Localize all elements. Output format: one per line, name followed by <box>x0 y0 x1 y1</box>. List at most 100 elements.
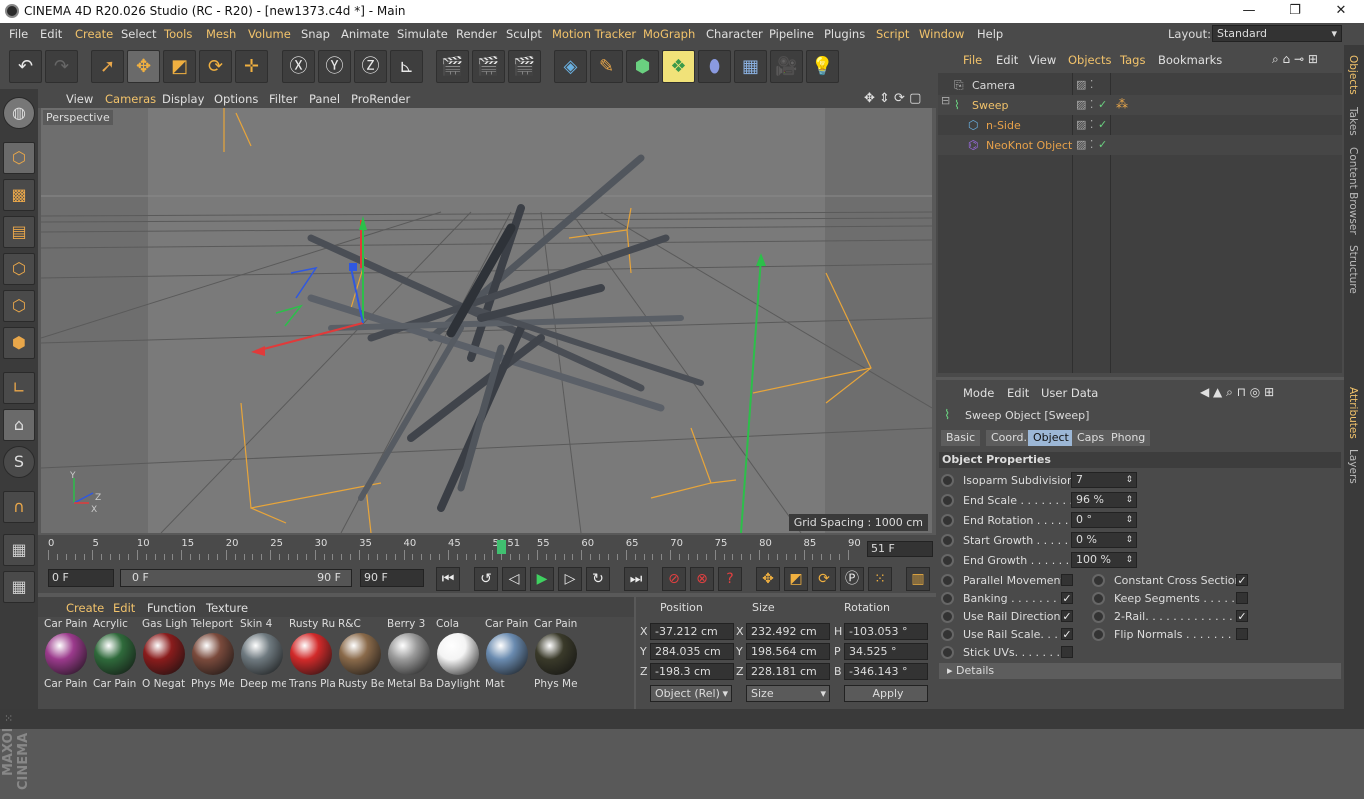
menu-simulate[interactable]: Simulate <box>397 27 448 41</box>
attribute-tab[interactable]: Phong <box>1106 430 1151 446</box>
viewport-menu-filter[interactable]: Filter <box>269 92 297 106</box>
object-row[interactable]: ⌬ NeoKnot Object ▨ ⁚ ✓ <box>938 135 1342 155</box>
animate-radio[interactable] <box>1092 628 1105 641</box>
floor-button[interactable]: ▦ <box>734 50 767 83</box>
menu-plugins[interactable]: Plugins <box>824 27 865 41</box>
menu-mograph[interactable]: MoGraph <box>643 27 695 41</box>
model-mode-button[interactable]: ⬡ <box>3 142 35 174</box>
go-to-start-button[interactable]: ⏮ <box>436 567 460 591</box>
maximize-button[interactable]: ❐ <box>1272 0 1318 23</box>
enabled-check-icon[interactable]: ✓ <box>1098 138 1107 151</box>
side-tab-content-browser[interactable]: Content Browser <box>1347 147 1359 235</box>
tweak-mode-button[interactable]: ⌂ <box>3 409 35 441</box>
camera-button[interactable]: 🎥 <box>770 50 803 83</box>
object-menu-bookmarks[interactable]: Bookmarks <box>1158 53 1222 67</box>
material-swatch[interactable]: Car Pain Mat <box>483 619 531 693</box>
planar-workplane-button[interactable]: ▦ <box>3 571 35 603</box>
object-menu-objects[interactable]: Objects <box>1068 53 1111 67</box>
spinner-icon[interactable]: ⇕ <box>1125 513 1133 527</box>
render-view-button[interactable]: 🎬 <box>436 50 469 83</box>
menu-create[interactable]: Create <box>75 27 113 41</box>
playhead[interactable] <box>497 540 507 554</box>
side-tab-objects[interactable]: Objects <box>1347 55 1359 95</box>
position-z-field[interactable]: -198.3 cm <box>650 663 734 680</box>
visibility-toggle[interactable]: ▨ ⁚ <box>1076 138 1093 151</box>
checkbox[interactable] <box>1061 646 1073 658</box>
animate-radio[interactable] <box>1092 610 1105 623</box>
side-tab-structure[interactable]: Structure <box>1347 245 1359 294</box>
undo-button[interactable]: ↶ <box>9 50 42 83</box>
close-button[interactable]: ✕ <box>1318 0 1364 23</box>
viewport-menu-options[interactable]: Options <box>214 92 258 106</box>
menu-edit[interactable]: Edit <box>40 27 62 41</box>
redo-button[interactable]: ↷ <box>45 50 78 83</box>
side-tab-takes[interactable]: Takes <box>1347 107 1359 136</box>
move-tool-button[interactable]: ✥ <box>127 50 160 83</box>
checkbox[interactable] <box>1061 574 1073 586</box>
size-y-field[interactable]: 198.564 cm <box>746 643 830 660</box>
timeline[interactable]: 05101520253035404550556065707580859051 5… <box>38 535 936 565</box>
animate-radio[interactable] <box>941 554 954 567</box>
object-manager-icons[interactable]: ⌕ ⌂ ⊸ ⊞ <box>1272 52 1318 67</box>
material-swatch[interactable]: Berry 3 Metal Ba <box>385 619 433 693</box>
rotate-tool-button[interactable]: ⟳ <box>199 50 232 83</box>
menu-window[interactable]: Window <box>919 27 964 41</box>
size-mode-select[interactable]: Size ▾ <box>746 685 830 702</box>
checkbox[interactable]: ✓ <box>1061 592 1073 604</box>
animate-radio[interactable] <box>941 592 954 605</box>
rotation-p-field[interactable]: 34.525 ° <box>844 643 928 660</box>
animate-radio[interactable] <box>941 628 954 641</box>
material-swatch[interactable]: Skin 4 Deep me <box>238 619 286 693</box>
checkbox[interactable]: ✓ <box>1236 610 1248 622</box>
material-tag-icon[interactable]: ⁂ <box>1116 97 1128 111</box>
checkbox[interactable]: ✓ <box>1061 610 1073 622</box>
menu-select[interactable]: Select <box>121 27 156 41</box>
checkbox[interactable] <box>1236 592 1248 604</box>
cube-button[interactable]: ◈ <box>554 50 587 83</box>
material-swatch[interactable]: Gas Ligh O Negat <box>140 619 188 693</box>
collapse-icon[interactable]: ⊟ <box>941 94 950 107</box>
x-axis-button[interactable]: Ⓧ <box>282 50 315 83</box>
material-swatch[interactable]: R&C Rusty Be <box>336 619 384 693</box>
key-pla-button[interactable]: ⁙ <box>868 567 892 591</box>
menu-volume[interactable]: Volume <box>248 27 291 41</box>
enabled-check-icon[interactable]: ✓ <box>1098 98 1107 111</box>
position-x-field[interactable]: -37.212 cm <box>650 623 734 640</box>
edges-mode-button[interactable]: ⬡ <box>3 290 35 322</box>
polygons-mode-button[interactable]: ⬢ <box>3 327 35 359</box>
menu-character[interactable]: Character <box>706 27 763 41</box>
attribute-tab[interactable]: Coord. <box>986 430 1032 446</box>
mograph-cloner-button[interactable]: ❖ <box>662 50 695 83</box>
material-swatch[interactable]: Car Pain Phys Me <box>532 619 580 693</box>
menu-file[interactable]: File <box>9 27 28 41</box>
next-frame-button[interactable]: ▷ <box>558 567 582 591</box>
material-menu-edit[interactable]: Edit <box>113 601 135 615</box>
spinner-icon[interactable]: ⇕ <box>1125 473 1133 487</box>
attribute-menu-user-data[interactable]: User Data <box>1041 386 1098 400</box>
record-key-button[interactable]: ⊘ <box>662 567 686 591</box>
material-swatch[interactable]: Acrylic Car Pain <box>91 619 139 693</box>
live-selection-button[interactable]: ➚ <box>91 50 124 83</box>
snap-button[interactable]: ∩ <box>3 491 35 523</box>
spinner-icon[interactable]: ⇕ <box>1125 533 1133 547</box>
attribute-tab[interactable]: Object <box>1028 430 1074 446</box>
key-parameter-button[interactable]: Ⓟ <box>840 567 864 591</box>
property-value-field[interactable]: 7 ⇕ <box>1071 472 1137 488</box>
material-swatch[interactable]: Cola Daylight <box>434 619 482 693</box>
property-value-field[interactable]: 0 % ⇕ <box>1071 532 1137 548</box>
coordinate-system-button[interactable]: ⊾ <box>390 50 423 83</box>
menu-render[interactable]: Render <box>456 27 497 41</box>
texture-mode-button[interactable]: ▩ <box>3 179 35 211</box>
z-axis-button[interactable]: Ⓩ <box>354 50 387 83</box>
axis-mode-button[interactable]: ∟ <box>3 372 35 404</box>
previous-frame-button[interactable]: ◁ <box>502 567 526 591</box>
animate-radio[interactable] <box>941 514 954 527</box>
animate-radio[interactable] <box>941 534 954 547</box>
object-row[interactable]: ⌇ Sweep ▨ ⁚ ✓ ⁂ <box>938 95 1342 115</box>
property-value-field[interactable]: 0 ° ⇕ <box>1071 512 1137 528</box>
play-button[interactable]: ▶ <box>530 567 554 591</box>
key-rotation-button[interactable]: ⟳ <box>812 567 836 591</box>
position-y-field[interactable]: 284.035 cm <box>650 643 734 660</box>
object-menu-tags[interactable]: Tags <box>1120 53 1145 67</box>
menu-snap[interactable]: Snap <box>301 27 330 41</box>
